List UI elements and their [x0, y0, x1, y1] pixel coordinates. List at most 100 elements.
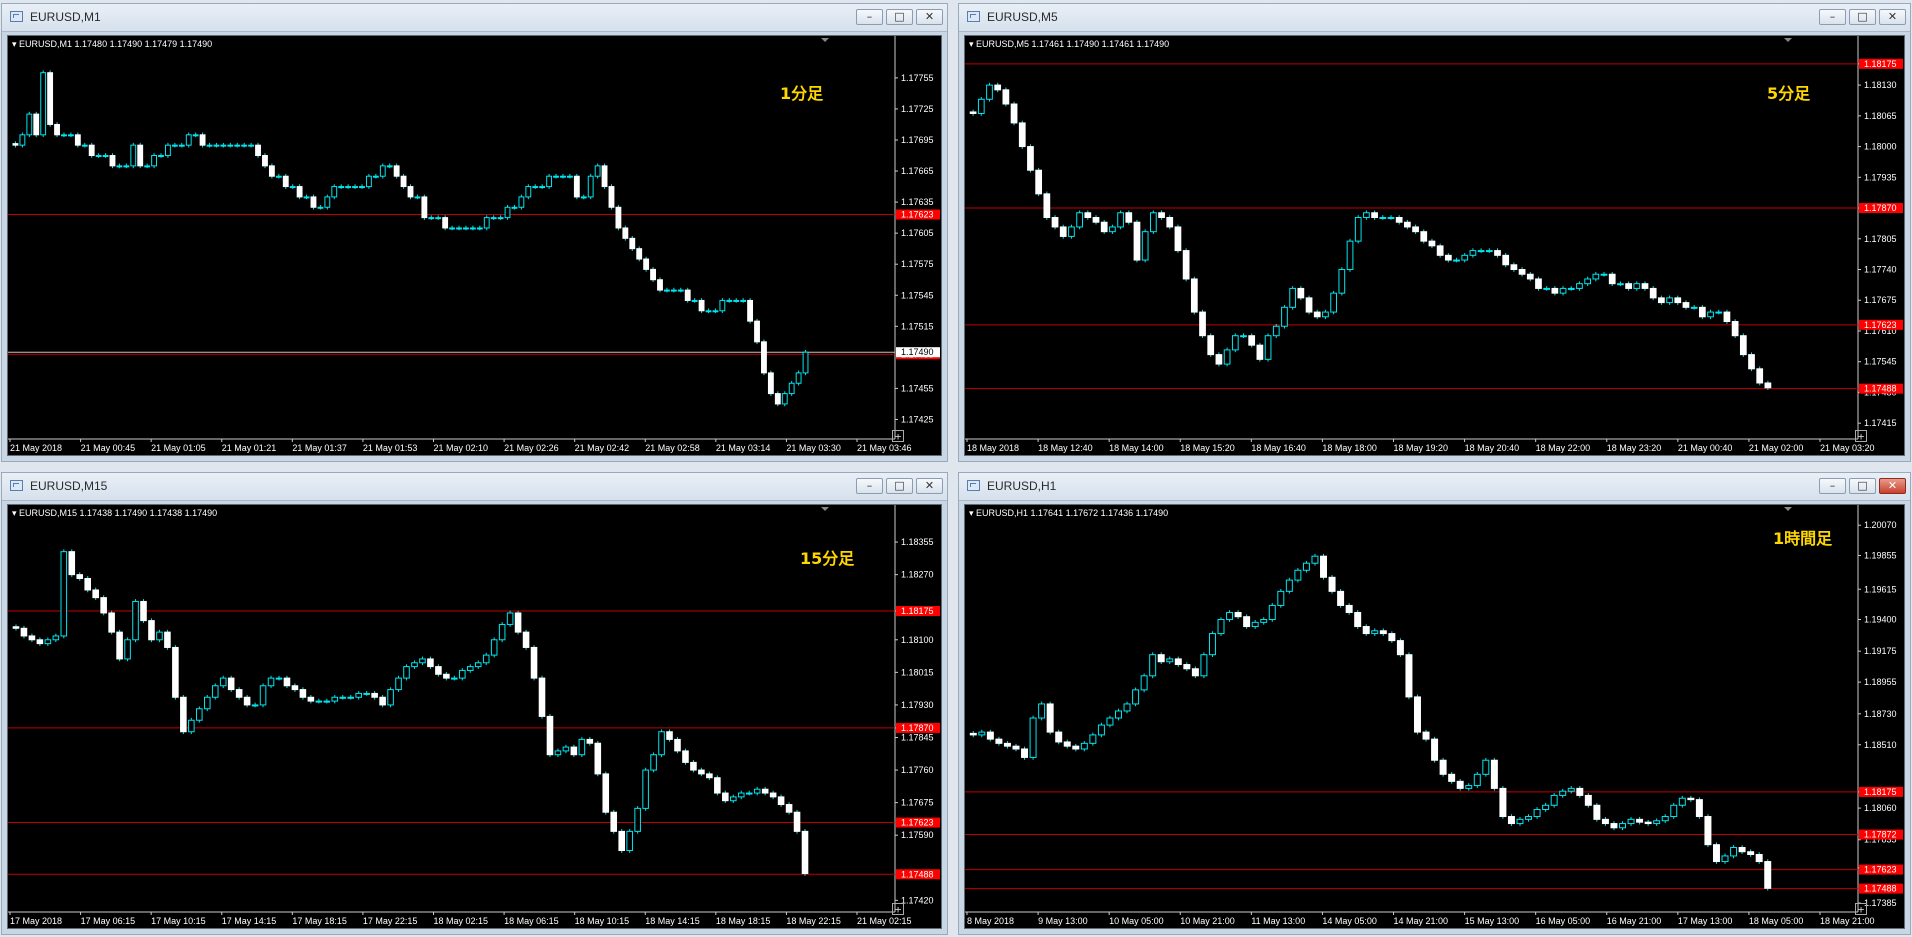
candle-body	[634, 807, 641, 832]
chart-area[interactable]: 1.20070 1.19855 1.19615 1.19400 1.19175 1.189…	[964, 504, 1905, 929]
candle-body	[657, 279, 663, 291]
price-chart[interactable]: 1.18175 1.18130 1.18065 1.18000 1.17935 1.178…	[965, 36, 1904, 455]
candle-body	[586, 738, 594, 744]
maximize-button[interactable]: □	[886, 9, 913, 25]
candle-body	[443, 673, 450, 679]
close-button[interactable]: ✕	[1879, 478, 1906, 494]
candle-body	[1670, 804, 1678, 818]
chart-area[interactable]: 1.18355 1.18270 1.18175 1.18100 1.18015 1.179…	[7, 504, 942, 929]
candle-body	[546, 715, 554, 756]
candle-body	[132, 600, 139, 641]
level-price-label: 1.17872	[1864, 830, 1897, 840]
candle-body	[978, 731, 986, 736]
candle-body	[1395, 216, 1403, 223]
candle-body	[12, 626, 20, 629]
candle-body	[674, 738, 681, 752]
price-tick-label: 1.17845	[901, 732, 934, 742]
candle-body	[1084, 212, 1092, 218]
candle-body	[1453, 259, 1460, 262]
chart-area[interactable]: 1.17755 1.17725 1.17695 1.17665 1.17635 1.176…	[7, 35, 942, 456]
shift-marker	[821, 38, 829, 42]
time-tick-label: 21 May 2018	[10, 443, 62, 453]
level-price-label: 1.17623	[1864, 865, 1897, 875]
candle-body	[188, 719, 195, 733]
time-tick-label: 18 May 05:00	[1749, 916, 1804, 926]
candle-body	[474, 662, 482, 668]
candle-body	[421, 196, 428, 219]
candle-body	[26, 113, 33, 136]
candle-body	[1698, 306, 1706, 318]
candle-body	[553, 175, 559, 178]
maximize-button[interactable]: □	[886, 478, 913, 494]
chart-area[interactable]: 1.18175 1.18130 1.18065 1.18000 1.17935 1.178…	[964, 35, 1905, 456]
candle-body	[1106, 717, 1114, 726]
candle-body	[339, 696, 347, 699]
candle-body	[1518, 269, 1526, 275]
price-tick-label: 1.17675	[1864, 295, 1897, 305]
candle-body	[54, 123, 60, 136]
title-bar[interactable]: EURUSD,M5 – □ ✕	[959, 4, 1910, 32]
candle-body	[1109, 226, 1116, 233]
price-tick-label: 1.17545	[901, 290, 934, 300]
plus-icon[interactable]: +	[892, 903, 904, 915]
candle-body	[33, 113, 40, 136]
ohlc-readout: EURUSD,M5 1.17461 1.17490 1.17461 1.1749…	[976, 39, 1170, 49]
plus-icon[interactable]: +	[892, 430, 904, 442]
candle-body	[754, 320, 760, 343]
price-tick-label: 1.18065	[1864, 111, 1897, 121]
time-tick-label: 21 May 02:42	[575, 443, 630, 453]
minimize-button[interactable]: –	[856, 478, 883, 494]
candle-body	[1354, 611, 1362, 628]
chart-window-m15[interactable]: EURUSD,M15 – □ ✕ 1.183551.182701.181751.…	[1, 472, 948, 935]
price-tick-label: 1.17935	[1864, 172, 1897, 182]
price-chart[interactable]: 1.20070 1.19855 1.19615 1.19400 1.19175 1.189…	[965, 505, 1904, 928]
candle-body	[1535, 278, 1542, 289]
title-bar[interactable]: EURUSD,H1 – □ ✕	[959, 473, 1910, 501]
time-tick-label: 21 May 02:00	[1749, 443, 1804, 453]
plus-icon[interactable]: +	[1855, 430, 1867, 442]
candle-body	[255, 144, 261, 157]
candle-body	[995, 738, 1003, 744]
close-button[interactable]: ✕	[916, 478, 943, 494]
time-tick-label: 16 May 21:00	[1607, 916, 1662, 926]
time-tick-label: 18 May 10:15	[575, 916, 630, 926]
title-bar[interactable]: EURUSD,M1 – □ ✕	[2, 4, 947, 32]
candle-body	[1494, 250, 1501, 256]
timeframe-label: 15分足	[800, 549, 855, 568]
candle-body	[795, 372, 802, 384]
candle-body	[1018, 122, 1026, 148]
candle-body	[324, 196, 331, 208]
maximize-button[interactable]: □	[1849, 9, 1876, 25]
price-tick-label: 1.20070	[1864, 520, 1897, 530]
time-tick-label: 21 May 00:45	[81, 443, 136, 453]
minimize-button[interactable]: –	[1819, 478, 1846, 494]
candle-body	[1739, 335, 1747, 356]
minimize-button[interactable]: –	[856, 9, 883, 25]
time-tick-label: 18 May 15:20	[1180, 443, 1235, 453]
maximize-button[interactable]: □	[1849, 478, 1876, 494]
chart-window-m5[interactable]: EURUSD,M5 – □ ✕ 1.181751.181301.180651.1…	[958, 3, 1911, 462]
candle-body	[1010, 103, 1018, 124]
close-button[interactable]: ✕	[1879, 9, 1906, 25]
candle-body	[235, 689, 243, 698]
candle-body	[580, 196, 587, 199]
candle-body	[1231, 335, 1239, 351]
close-button[interactable]: ✕	[916, 9, 943, 25]
candle-body	[788, 382, 795, 395]
time-tick-label: 17 May 2018	[10, 916, 62, 926]
candle-body	[745, 792, 753, 795]
candle-body	[262, 155, 268, 167]
time-tick-label: 10 May 21:00	[1180, 916, 1235, 926]
chart-window-m1[interactable]: EURUSD,M1 – □ ✕ 1.17755 1.17725 1.17695 1.1…	[1, 3, 948, 462]
price-tick-label: 1.17605	[901, 228, 934, 238]
candle-body	[690, 761, 697, 771]
plus-icon[interactable]: +	[1855, 903, 1867, 915]
price-tick-label: 1.17725	[901, 104, 934, 114]
candle-body	[1240, 335, 1247, 338]
title-bar[interactable]: EURUSD,M15 – □ ✕	[2, 473, 947, 501]
minimize-button[interactable]: –	[1819, 9, 1846, 25]
candle-body	[1133, 221, 1141, 261]
candle-body	[158, 155, 164, 158]
chart-window-h1[interactable]: EURUSD,H1 – □ ✕ 1.20070 1.19855 1.19615 1.1…	[958, 472, 1911, 935]
candle-body	[411, 662, 418, 668]
